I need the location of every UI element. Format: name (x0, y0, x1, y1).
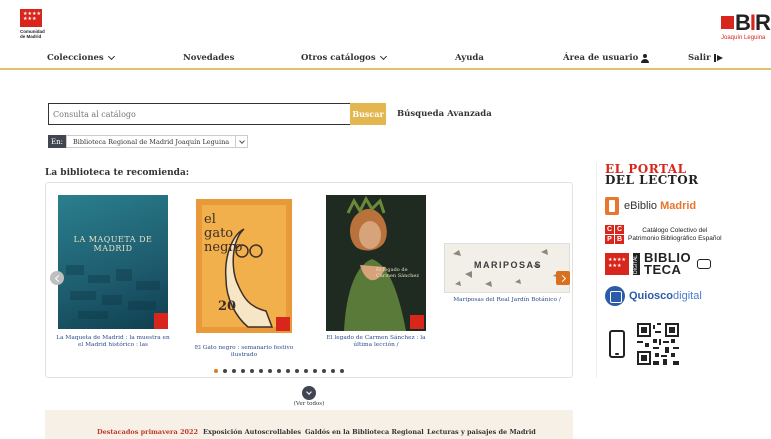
carousel-dot[interactable] (214, 369, 218, 373)
tab-exposicion-autoscrollables[interactable]: Exposición Autoscrollables (203, 428, 301, 436)
tab-destacados-primavera[interactable]: Destacados primavera 2022 (97, 428, 198, 436)
nav-colecciones[interactable]: Colecciones (47, 52, 115, 63)
nav-label: Otros catálogos (301, 53, 376, 63)
book-caption-link[interactable]: El Gato negro : semanario festivo ilustr… (184, 345, 304, 359)
chevron-down-icon (107, 52, 115, 61)
madrid-flag-icon: ★★★★ ★★★ (20, 9, 42, 27)
carousel-dot[interactable] (259, 369, 263, 373)
main-nav: Colecciones Novedades Otros catálogos Ay… (0, 52, 771, 67)
advanced-search-link[interactable]: Búsqueda Avanzada (397, 109, 492, 119)
book-cover[interactable]: LA MAQUETA DE MADRID (58, 195, 168, 329)
nav-area-usuario[interactable]: Área de usuario (563, 53, 650, 63)
madrid-flag-icon: ★★★★ ★★★ (605, 253, 629, 275)
recommendations-carousel: LA MAQUETA DE MADRID La Maqueta de Madri… (45, 182, 573, 378)
scope-label: En: (48, 135, 66, 148)
scope-select[interactable]: Biblioteca Regional de Madrid Joaquín Le… (66, 135, 237, 148)
book-caption-link[interactable]: El legado de Carmen Sánchez : la última … (320, 335, 432, 349)
comunidad-madrid-logo[interactable]: ★★★★ ★★★ Comunidad de Madrid (20, 9, 48, 47)
biblioteca-label: BIBLIO TECA (644, 250, 692, 277)
carousel-pagination (214, 369, 344, 373)
carousel-dot[interactable] (340, 369, 344, 373)
biblioteca-digital-link[interactable]: ★★★★ ★★★ DIGITAL BIBLIO TECA (605, 250, 712, 277)
carousel-dot[interactable] (295, 369, 299, 373)
mobile-phone-icon[interactable] (609, 330, 625, 358)
cover-art (326, 195, 426, 331)
carousel-dot[interactable] (241, 369, 245, 373)
carousel-dot[interactable] (322, 369, 326, 373)
nav-label: Colecciones (47, 53, 104, 63)
quiosco-digital-link[interactable]: Quioscodigital (605, 286, 702, 306)
ebiblio-label: eBiblio Madrid (624, 200, 697, 212)
chevron-down-icon (238, 137, 245, 144)
biblioteca-regional-logo[interactable]: BIR Joaquín Leguina (721, 10, 771, 46)
scope-dropdown-toggle[interactable] (236, 135, 249, 148)
nav-label: Novedades (183, 53, 235, 63)
see-all-link[interactable]: (Ver todos) (292, 386, 326, 407)
pointing-hand-icon (697, 259, 712, 269)
tab-galdos[interactable]: Galdós en la Biblioteca Regional (305, 428, 424, 436)
ccpb-label: Catálogo Colectivo del Patrimonio Biblio… (628, 226, 722, 242)
cover-title: el gato negro (204, 212, 243, 255)
carousel-dot[interactable] (304, 369, 308, 373)
chevron-right-icon (558, 274, 566, 282)
ebiblio-madrid-link[interactable]: eBiblio Madrid (605, 196, 696, 216)
carousel-dot[interactable] (313, 369, 317, 373)
carousel-dot[interactable] (232, 369, 236, 373)
logo-caption: Joaquín Leguina (721, 35, 766, 41)
quiosco-label: Quioscodigital (629, 290, 702, 302)
book-cover[interactable]: MARIPOSAS (444, 243, 570, 293)
cover-title: El legado de Carmen Sánchez (376, 267, 419, 279)
digital-vertical-label: DIGITAL (633, 253, 640, 275)
chevron-left-icon (54, 274, 62, 282)
nav-label: Salir (688, 53, 711, 63)
ccpb-logo-icon: CC PB (605, 225, 624, 244)
logo-letters: BIR (735, 10, 771, 35)
cover-art (66, 265, 168, 329)
qr-code-icon[interactable] (637, 323, 679, 365)
nav-label: Ayuda (455, 53, 484, 63)
tab-lecturas-paisajes[interactable]: Lecturas y paisajes de Madrid (427, 428, 536, 436)
book-caption-link[interactable]: Mariposas del Real Jardín Botánico / (444, 297, 570, 304)
madrid-logo-text: Comunidad de Madrid (20, 29, 45, 39)
recommendations-title: La biblioteca te recomienda: (45, 168, 190, 178)
carousel-dot[interactable] (331, 369, 335, 373)
nav-ayuda[interactable]: Ayuda (455, 53, 484, 63)
logo-red-square-icon (721, 16, 734, 29)
see-all-label: (Ver todos) (293, 401, 325, 407)
carousel-dot[interactable] (250, 369, 254, 373)
book-cover[interactable]: el gato negro 20 (196, 199, 292, 333)
reader-portal-sidebar: EL PORTAL DEL LECTOR eBiblio Madrid CC P… (596, 162, 766, 378)
carousel-prev-button[interactable] (50, 271, 64, 285)
search-scope: En: Biblioteca Regional de Madrid Joaquí… (48, 135, 249, 148)
chevron-down-icon (379, 52, 387, 61)
search-input[interactable] (48, 103, 350, 125)
carousel-dot[interactable] (277, 369, 281, 373)
ccpb-link[interactable]: CC PB Catálogo Colectivo del Patrimonio … (605, 225, 722, 244)
cover-year: 20 (218, 299, 237, 314)
quiosco-icon (605, 286, 625, 306)
search-button[interactable]: Buscar (350, 103, 386, 125)
nav-otros-catalogos[interactable]: Otros catálogos (301, 52, 387, 63)
carousel-dot[interactable] (223, 369, 227, 373)
user-icon (641, 53, 650, 63)
site-header: ★★★★ ★★★ Comunidad de Madrid BIR Joaquín … (0, 0, 771, 70)
nav-novedades[interactable]: Novedades (183, 53, 234, 63)
carousel-dot[interactable] (286, 369, 290, 373)
ebiblio-icon (605, 197, 619, 215)
nav-salir[interactable]: Salir (688, 53, 723, 63)
featured-tabs-bar: Destacados primavera 2022 Exposición Aut… (45, 410, 573, 439)
chevron-down-circle-icon (302, 386, 316, 400)
cover-title: MARIPOSAS (473, 260, 542, 270)
nav-label: Área de usuario (563, 53, 639, 63)
book-cover[interactable]: El legado de Carmen Sánchez (326, 195, 426, 331)
carousel-next-button[interactable] (556, 271, 570, 285)
exit-icon (713, 54, 723, 62)
carousel-dot[interactable] (268, 369, 272, 373)
portal-title-line2[interactable]: DEL LECTOR (605, 173, 699, 187)
cover-title: LA MAQUETA DE MADRID (73, 235, 153, 253)
book-caption-link[interactable]: La Maqueta de Madrid : la muestra en el … (56, 335, 170, 349)
